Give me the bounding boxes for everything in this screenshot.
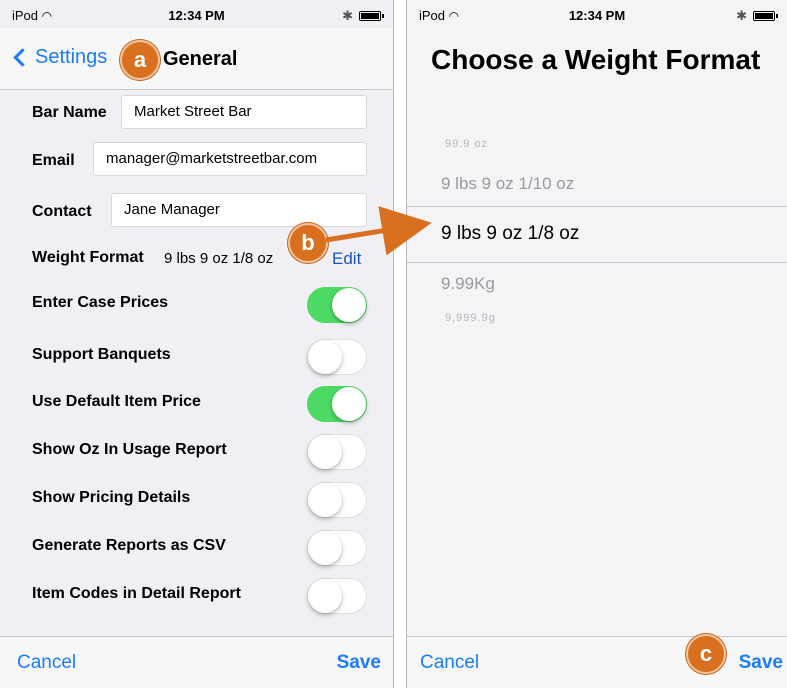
back-label: Settings — [35, 46, 108, 68]
toggle-knob — [308, 435, 342, 469]
toggle-row: Generate Reports as CSV — [0, 523, 393, 571]
bar-name-field[interactable]: Market Street Bar — [121, 95, 367, 129]
toggle-row: Show Pricing Details — [0, 475, 393, 523]
weight-format-screen: iPod ◠ 12:34 PM ✱ Choose a Weight Format… — [406, 0, 787, 688]
toggle-knob — [308, 483, 342, 517]
chevron-left-icon — [13, 48, 32, 67]
toggle-switch[interactable] — [307, 482, 367, 518]
bottom-toolbar: Cancel Save — [0, 636, 393, 688]
callout-a-badge: a — [120, 40, 160, 80]
toggle-label: Support Banquets — [32, 346, 171, 363]
picker-option-selected[interactable]: 9 lbs 9 oz 1/8 oz — [441, 223, 579, 245]
status-bar: iPod ◠ 12:34 PM ✱ — [0, 0, 393, 28]
save-button[interactable]: Save — [337, 652, 381, 674]
toggle-row: Enter Case Prices — [0, 280, 393, 328]
bluetooth-icon: ✱ — [342, 8, 353, 23]
weight-format-picker[interactable]: 99.9 oz 9 lbs 9 oz 1/10 oz 9 lbs 9 oz 1/8 … — [407, 126, 787, 346]
clock: 12:34 PM — [168, 8, 225, 23]
picker-option[interactable]: 9.99Kg — [441, 274, 495, 294]
status-bar-right: iPod ◠ 12:34 PM ✱ — [407, 0, 787, 28]
back-button[interactable]: Settings — [12, 46, 107, 69]
toggle-knob — [332, 387, 366, 421]
toggle-knob — [308, 579, 342, 613]
picker-option[interactable]: 9,999.9g — [445, 312, 496, 324]
toggle-knob — [308, 340, 342, 374]
toggle-label: Show Oz In Usage Report — [32, 441, 227, 458]
battery-icon — [359, 11, 384, 21]
navigation-bar: Settings General — [0, 28, 393, 90]
contact-field[interactable]: Jane Manager — [111, 193, 367, 227]
toggle-knob — [332, 288, 366, 322]
cancel-button[interactable]: Cancel — [17, 652, 76, 674]
save-button-right[interactable]: Save — [739, 652, 783, 674]
toggle-label: Item Codes in Detail Report — [32, 585, 241, 602]
battery-icon — [753, 11, 778, 21]
callout-c-badge: c — [686, 634, 726, 674]
callout-b-badge: b — [288, 223, 328, 263]
settings-content: Bar Name Market Street Bar Email manager… — [0, 90, 393, 636]
email-label: Email — [32, 152, 75, 169]
weight-format-value: 9 lbs 9 oz 1/8 oz — [164, 250, 274, 267]
settings-screen: iPod ◠ 12:34 PM ✱ Settings General Bar N… — [0, 0, 394, 688]
toggle-label: Use Default Item Price — [32, 393, 201, 410]
cancel-button-right[interactable]: Cancel — [420, 652, 479, 674]
bottom-toolbar-right: Cancel Save — [407, 636, 787, 688]
toggle-switch[interactable] — [307, 434, 367, 470]
contact-label: Contact — [32, 203, 92, 220]
toggle-switch[interactable] — [307, 339, 367, 375]
weight-format-label: Weight Format — [32, 249, 144, 266]
toggle-switch[interactable] — [307, 287, 367, 323]
clock-right: 12:34 PM — [568, 8, 626, 23]
page-title: General — [163, 48, 238, 70]
toggle-row: Show Oz In Usage Report — [0, 427, 393, 475]
toggle-row: Support Banquets — [0, 332, 393, 380]
toggle-label: Generate Reports as CSV — [32, 537, 226, 554]
email-field[interactable]: manager@marketstreetbar.com — [93, 142, 367, 176]
picker-selection-bottom-line — [407, 262, 787, 263]
toggle-switch[interactable] — [307, 530, 367, 566]
picker-option[interactable]: 99.9 oz — [445, 138, 488, 150]
toggle-row: Item Codes in Detail Report — [0, 571, 393, 619]
toggle-switch[interactable] — [307, 578, 367, 614]
choose-weight-format-title: Choose a Weight Format — [431, 44, 761, 75]
screen-divider — [394, 0, 406, 688]
bar-name-label: Bar Name — [32, 104, 107, 121]
picker-selection-top-line — [407, 206, 787, 207]
toggle-row: Use Default Item Price — [0, 379, 393, 427]
toggle-label: Show Pricing Details — [32, 489, 191, 506]
picker-option[interactable]: 9 lbs 9 oz 1/10 oz — [441, 174, 574, 194]
toggle-knob — [308, 531, 342, 565]
bluetooth-icon: ✱ — [736, 8, 747, 23]
toggle-label: Enter Case Prices — [32, 294, 169, 311]
toggle-switch[interactable] — [307, 386, 367, 422]
edit-weight-format-button[interactable]: Edit — [332, 249, 361, 269]
